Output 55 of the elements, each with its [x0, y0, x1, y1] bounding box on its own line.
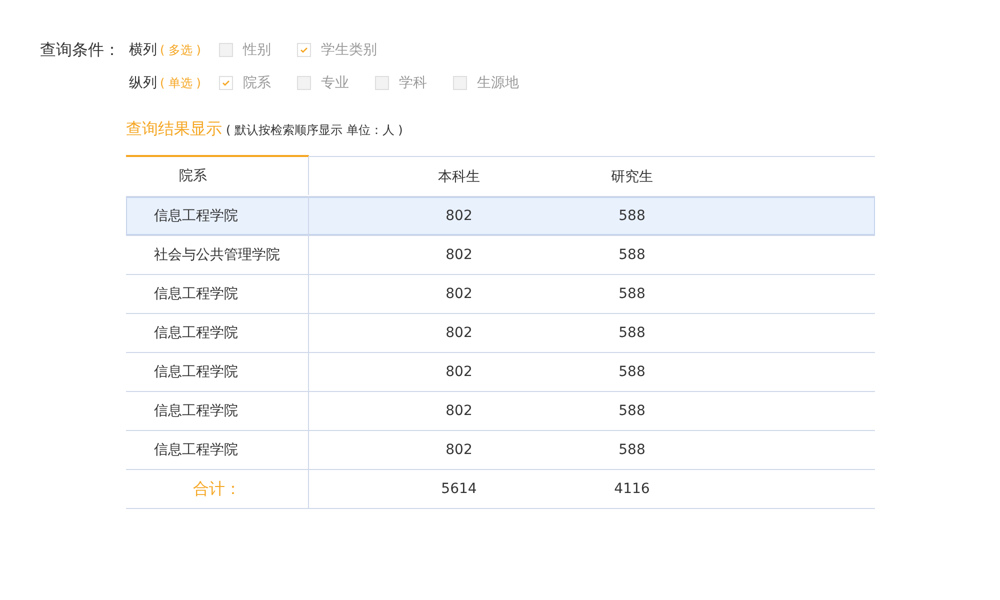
- check-icon: [222, 80, 230, 86]
- table-cell-text: 588: [618, 207, 646, 226]
- check-icon: [300, 47, 308, 53]
- table-cell-text: 802: [444, 363, 474, 382]
- table-row[interactable]: 信息工程学院 802 588: [126, 275, 875, 314]
- query-label: 查询条件：: [40, 39, 121, 61]
- table-cell-text: 802: [444, 441, 474, 460]
- result-title: 查询结果显示: [126, 119, 222, 140]
- option-label: 性别: [243, 41, 271, 59]
- total-label: 合计：: [126, 470, 309, 508]
- table-cell-text: 802: [444, 285, 474, 304]
- total-cell-text: 5614: [440, 480, 478, 499]
- checkbox[interactable]: [297, 76, 311, 90]
- total-cell-text: 4116: [613, 480, 651, 499]
- column-header: 本科生: [437, 168, 481, 186]
- table-cell-text: 802: [444, 402, 474, 421]
- option-label: 专业: [321, 74, 349, 92]
- checkbox[interactable]: [219, 76, 233, 90]
- table-cell-text: 802: [444, 246, 474, 265]
- filter-label: 横列: [129, 41, 157, 59]
- checkbox[interactable]: [219, 43, 233, 57]
- table-cell-text: 588: [618, 285, 646, 304]
- checkbox[interactable]: [453, 76, 467, 90]
- result-note: ( 默认按检索顺序显示 单位：人 ): [226, 122, 403, 139]
- checkbox[interactable]: [297, 43, 311, 57]
- filter-hint: ( 多选 ): [160, 42, 202, 58]
- option-label: 学科: [399, 74, 427, 92]
- table-row[interactable]: 信息工程学院 802 588: [126, 353, 875, 392]
- table-cell-text: 802: [444, 324, 474, 343]
- table-cell: 信息工程学院: [126, 275, 309, 313]
- table-row[interactable]: 信息工程学院 802 588: [126, 431, 875, 470]
- option-label: 学生类别: [321, 41, 377, 59]
- option-label: 生源地: [477, 74, 519, 92]
- table-cell: 社会与公共管理学院: [126, 236, 309, 274]
- table-cell: 信息工程学院: [126, 353, 309, 391]
- table-row[interactable]: 信息工程学院 802 588: [126, 314, 875, 353]
- option-label: 院系: [243, 74, 271, 92]
- table-cell-text: 588: [618, 441, 646, 460]
- table-cell-text: 588: [618, 246, 646, 265]
- table-row[interactable]: 信息工程学院 802 588: [126, 392, 875, 431]
- column-header: 研究生: [610, 168, 654, 186]
- table-cell: 信息工程学院: [126, 314, 309, 352]
- table-cell-text: 802: [444, 207, 474, 226]
- table-cell-text: 588: [618, 402, 646, 421]
- table-cell-text: 588: [618, 324, 646, 343]
- table-cell: 信息工程学院: [126, 431, 309, 469]
- table-cell-text: 588: [618, 363, 646, 382]
- table-row[interactable]: 社会与公共管理学院 802 588: [126, 236, 875, 275]
- filter-hint: ( 单选 ): [160, 74, 202, 92]
- checkbox[interactable]: [375, 76, 389, 90]
- filter-label: 纵列: [129, 74, 157, 92]
- table-row[interactable]: 信息工程学院 802 588: [126, 197, 875, 236]
- column-header: 院系: [126, 155, 309, 195]
- table-cell: 信息工程学院: [126, 392, 309, 430]
- table-cell: 信息工程学院: [126, 197, 309, 235]
